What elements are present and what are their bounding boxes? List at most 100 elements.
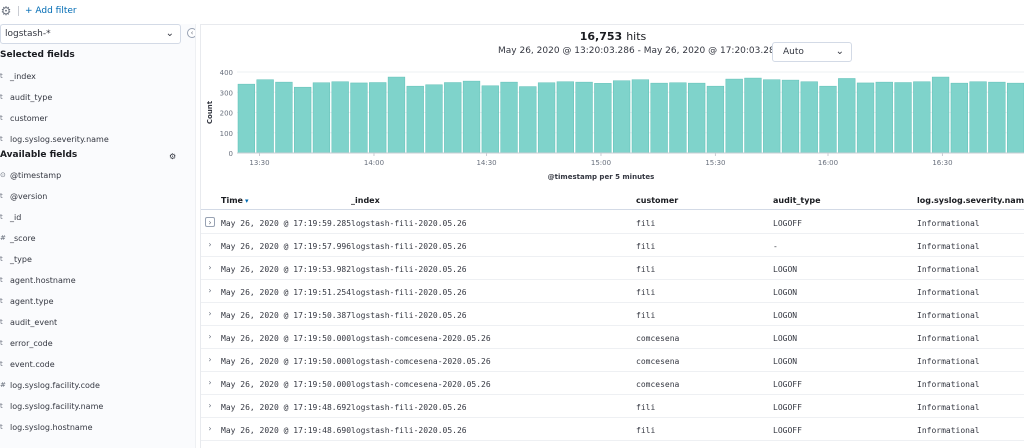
field-item[interactable]: t error_code bbox=[0, 336, 53, 350]
expand-row-icon[interactable]: › bbox=[205, 401, 215, 411]
field-item[interactable]: ⊙ @timestamp bbox=[0, 168, 61, 182]
collapse-sidebar-icon[interactable]: ‹ bbox=[187, 28, 195, 38]
index-pattern-select[interactable]: logstash-* ⌄ bbox=[0, 24, 181, 44]
expand-row-icon[interactable]: › bbox=[205, 263, 215, 273]
field-item[interactable]: t log.syslog.facility.name bbox=[0, 399, 103, 413]
field-item[interactable]: t _type bbox=[0, 252, 32, 266]
table-row[interactable]: › May 26, 2020 @ 17:19:50.387 logstash-fil… bbox=[201, 303, 1024, 326]
field-item[interactable]: t _index bbox=[0, 69, 36, 83]
column-header-customer[interactable]: customer bbox=[636, 196, 678, 205]
hits-count: 16,753 bbox=[579, 30, 623, 43]
field-item[interactable]: # _score bbox=[0, 231, 36, 245]
histogram-bar[interactable] bbox=[369, 82, 387, 154]
histogram-bar[interactable] bbox=[256, 79, 274, 154]
histogram-bar[interactable] bbox=[462, 80, 481, 154]
histogram-bar[interactable] bbox=[537, 82, 556, 154]
field-item[interactable]: t log.syslog.severity.name bbox=[0, 132, 109, 146]
histogram-bar[interactable] bbox=[612, 80, 631, 154]
expand-row-icon[interactable]: › bbox=[205, 332, 215, 342]
table-row[interactable]: › May 26, 2020 @ 17:19:48.690 logstash-fil… bbox=[201, 418, 1024, 441]
expand-row-icon[interactable]: › bbox=[205, 217, 215, 227]
field-type-icon: t bbox=[0, 318, 3, 326]
histogram-bar[interactable] bbox=[556, 81, 574, 154]
field-item[interactable]: t agent.hostname bbox=[0, 273, 76, 287]
column-header-severity[interactable]: log.syslog.severity.name bbox=[917, 196, 1024, 205]
interval-select[interactable]: Auto ⌄ bbox=[772, 42, 852, 62]
histogram-bar[interactable] bbox=[725, 78, 743, 154]
expand-row-icon[interactable]: › bbox=[205, 309, 215, 319]
field-item[interactable]: t customer bbox=[0, 111, 48, 125]
histogram-bar[interactable] bbox=[950, 82, 968, 154]
column-header-audit-type[interactable]: audit_type bbox=[773, 196, 821, 205]
field-item[interactable]: # log.syslog.facility.code bbox=[0, 378, 100, 392]
expand-row-icon[interactable]: › bbox=[205, 240, 215, 250]
table-row[interactable]: › May 26, 2020 @ 17:19:50.000 logstash-com… bbox=[201, 326, 1024, 349]
histogram-bar[interactable] bbox=[275, 81, 293, 154]
histogram-bar[interactable] bbox=[519, 86, 537, 154]
histogram-bar[interactable] bbox=[500, 81, 518, 154]
table-row[interactable]: › May 26, 2020 @ 17:19:50.000 logstash-com… bbox=[201, 349, 1024, 372]
histogram-bar[interactable] bbox=[800, 81, 818, 154]
histogram-bar[interactable] bbox=[237, 83, 256, 154]
histogram-bar[interactable] bbox=[387, 76, 406, 154]
field-item[interactable]: t agent.type bbox=[0, 294, 54, 308]
histogram-chart[interactable]: 0 100 200 300 400 13:30 14:00 14:30 15:00 15:30 16… bbox=[201, 67, 1024, 183]
histogram-bar[interactable] bbox=[875, 81, 893, 154]
sort-desc-icon[interactable]: ▾ bbox=[245, 197, 249, 205]
histogram-bar[interactable] bbox=[481, 85, 499, 154]
histogram-bar[interactable] bbox=[1006, 82, 1024, 154]
histogram-bar[interactable] bbox=[294, 86, 312, 154]
histogram-bar[interactable] bbox=[744, 77, 762, 154]
table-row[interactable]: › May 26, 2020 @ 17:19:50.000 logstash-com… bbox=[201, 372, 1024, 395]
histogram-bar[interactable] bbox=[425, 84, 443, 154]
field-item[interactable]: t audit_event bbox=[0, 315, 57, 329]
table-row[interactable]: › May 26, 2020 @ 17:19:53.982 logstash-fil… bbox=[201, 257, 1024, 280]
histogram-bar[interactable] bbox=[706, 85, 725, 154]
histogram-bar[interactable] bbox=[688, 82, 706, 154]
histogram-bar[interactable] bbox=[575, 81, 593, 154]
column-header-time[interactable]: Time ▾ bbox=[221, 196, 248, 205]
histogram-bar[interactable] bbox=[669, 82, 687, 154]
expand-row-icon[interactable]: › bbox=[205, 424, 215, 434]
table-row[interactable]: › May 26, 2020 @ 17:19:48.692 logstash-fil… bbox=[201, 395, 1024, 418]
field-item[interactable]: t log.syslog.hostname bbox=[0, 420, 93, 434]
y-tick-label: 0 bbox=[229, 150, 233, 158]
histogram-bar[interactable] bbox=[913, 81, 931, 154]
column-header-index[interactable]: _index bbox=[351, 196, 380, 205]
histogram-bar[interactable] bbox=[969, 81, 987, 154]
histogram-bar[interactable] bbox=[331, 81, 349, 154]
add-filter-link[interactable]: + Add filter bbox=[25, 6, 77, 16]
table-row[interactable]: › May 26, 2020 @ 17:19:51.254 logstash-fil… bbox=[201, 280, 1024, 303]
field-item[interactable]: t _id bbox=[0, 210, 21, 224]
field-settings-gear-icon[interactable]: ⚙ bbox=[169, 152, 176, 161]
table-row[interactable]: › May 26, 2020 @ 17:19:59.285 logstash-fil… bbox=[201, 211, 1024, 234]
table-cell-customer: comcesena bbox=[636, 380, 680, 389]
histogram-bar[interactable] bbox=[406, 85, 424, 154]
histogram-bar[interactable] bbox=[444, 82, 462, 154]
histogram-bar[interactable] bbox=[838, 78, 856, 154]
field-name: audit_event bbox=[10, 317, 58, 327]
histogram-bar[interactable] bbox=[650, 82, 668, 154]
expand-row-icon[interactable]: › bbox=[205, 286, 215, 296]
table-cell-audit-type: LOGON bbox=[773, 357, 798, 366]
gear-icon[interactable]: ⚙ bbox=[0, 4, 12, 18]
histogram-bar[interactable] bbox=[594, 83, 612, 154]
histogram-bar[interactable] bbox=[781, 79, 800, 154]
filter-bar: ⚙ + Add filter bbox=[0, 0, 1024, 22]
histogram-bar[interactable] bbox=[819, 85, 837, 154]
table-row[interactable]: › May 26, 2020 @ 17:19:57.996 logstash-fil… bbox=[201, 234, 1024, 257]
expand-row-icon[interactable]: › bbox=[205, 378, 215, 388]
field-item[interactable]: t event.code bbox=[0, 357, 55, 371]
histogram-bar[interactable] bbox=[312, 82, 331, 154]
x-axis-label: @timestamp per 5 minutes bbox=[548, 173, 655, 181]
histogram-bar[interactable] bbox=[763, 79, 781, 154]
histogram-bar[interactable] bbox=[894, 82, 912, 154]
field-item[interactable]: t @version bbox=[0, 189, 47, 203]
histogram-bar[interactable] bbox=[856, 82, 875, 154]
histogram-bar[interactable] bbox=[631, 79, 650, 154]
field-item[interactable]: t audit_type bbox=[0, 90, 52, 104]
histogram-bar[interactable] bbox=[988, 81, 1006, 154]
histogram-bar[interactable] bbox=[350, 82, 368, 154]
histogram-bar[interactable] bbox=[931, 76, 950, 154]
expand-row-icon[interactable]: › bbox=[205, 355, 215, 365]
